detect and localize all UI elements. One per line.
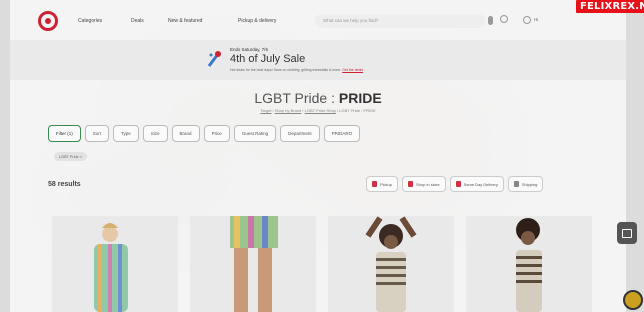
- watermark-badge: FELIXREX.NET: [576, 0, 644, 13]
- promo-kicker: Ends Saturday, 7/6: [230, 47, 268, 52]
- promo-title: 4th of July Sale: [230, 53, 306, 65]
- pickup-toggle[interactable]: Pickup: [366, 176, 399, 192]
- filter-price[interactable]: Price: [203, 125, 230, 142]
- filter-brand[interactable]: Brand: [171, 125, 200, 142]
- filter-pridaro[interactable]: PRIDARO: [323, 125, 361, 142]
- product-image: [94, 223, 128, 312]
- nav-deals[interactable]: Deals: [131, 18, 144, 24]
- shipping-icon: [513, 181, 519, 187]
- active-filter-tag[interactable]: LGBT Pride ×: [54, 152, 88, 161]
- product-card[interactable]: [328, 216, 454, 312]
- search-icon[interactable]: [500, 15, 508, 23]
- filter-type[interactable]: Type: [113, 125, 139, 142]
- product-image: [365, 216, 417, 312]
- nav-categories[interactable]: Categories: [78, 18, 102, 24]
- product-image: [516, 218, 542, 312]
- nav-pickup-delivery[interactable]: Pickup & delivery: [238, 18, 276, 24]
- pickup-icon: [372, 181, 377, 187]
- filter-guest-rating[interactable]: Guest Rating: [233, 125, 277, 142]
- page-container: Categories Deals New & featured Pickup &…: [10, 0, 644, 312]
- same-day-delivery-toggle[interactable]: Same Day Delivery: [449, 176, 504, 192]
- breadcrumb-item[interactable]: Target: [260, 108, 271, 113]
- top-navigation: Categories Deals New & featured Pickup &…: [10, 4, 626, 38]
- product-card[interactable]: [466, 216, 592, 312]
- promo-link[interactable]: Get the deals: [342, 68, 363, 72]
- avatar-icon[interactable]: [623, 290, 643, 310]
- chat-icon: [622, 228, 632, 238]
- product-image: [230, 216, 278, 312]
- delivery-icon: [455, 181, 461, 187]
- store-icon: [408, 181, 414, 187]
- search-input[interactable]: What can we help you find?: [315, 14, 485, 28]
- product-card[interactable]: [190, 216, 316, 312]
- product-card[interactable]: [52, 216, 178, 312]
- nav-new-featured[interactable]: New & featured: [168, 18, 202, 24]
- target-logo-icon[interactable]: [38, 11, 58, 31]
- filter-size[interactable]: Size: [142, 125, 168, 142]
- filter-button[interactable]: Filter (1): [48, 125, 81, 142]
- feedback-button[interactable]: [617, 222, 637, 244]
- account-label[interactable]: Hi: [534, 17, 538, 22]
- account-icon[interactable]: [523, 16, 531, 24]
- microphone-icon[interactable]: [488, 16, 493, 25]
- filter-bar: Filter (1) Sort Type Size Brand Price Gu…: [48, 125, 361, 142]
- page-title: LGBT Pride : PRIDE: [254, 90, 382, 106]
- breadcrumb-item[interactable]: Shop by Brand: [275, 108, 301, 113]
- breadcrumb-item[interactable]: LGBT Pride Shop: [305, 108, 336, 113]
- sort-button[interactable]: Sort: [84, 125, 110, 142]
- fulfillment-options: Pickup Shop in store Same Day Delivery S…: [366, 176, 544, 192]
- firework-icon: [207, 51, 221, 67]
- shop-in-store-toggle[interactable]: Shop in store: [402, 176, 446, 192]
- promo-banner[interactable]: Ends Saturday, 7/6 4th of July Sale Hot …: [10, 40, 626, 80]
- breadcrumb: Target / Shop by Brand / LGBT Pride Shop…: [260, 108, 376, 113]
- shipping-toggle[interactable]: Shipping: [507, 176, 544, 192]
- promo-subtitle: Hot deals for the best days! Save on clo…: [230, 68, 364, 72]
- results-count: 58 results: [48, 181, 81, 188]
- breadcrumb-current: LGBT Pride : PRIDE: [339, 108, 376, 113]
- filter-department[interactable]: Department: [280, 125, 320, 142]
